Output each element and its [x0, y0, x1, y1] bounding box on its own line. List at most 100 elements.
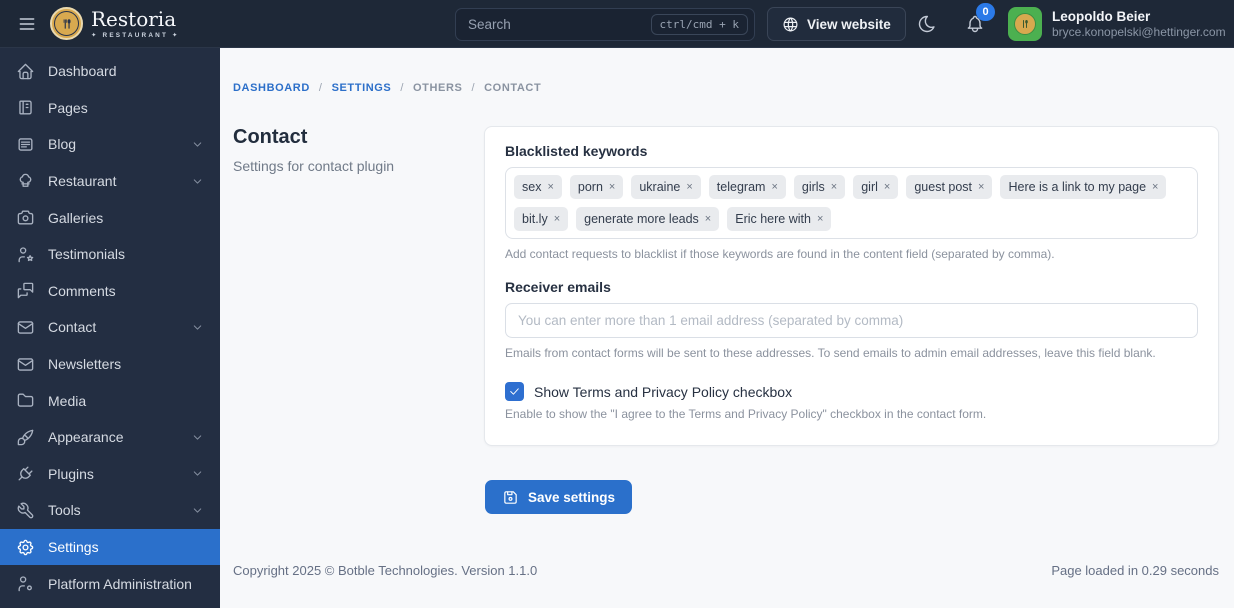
- breadcrumb: DASHBOARD / SETTINGS / OTHERS / CONTACT: [233, 82, 542, 94]
- page-subtitle: Settings for contact plugin: [233, 158, 395, 174]
- user-name: Leopoldo Beier: [1052, 8, 1151, 24]
- breadcrumb-contact: CONTACT: [484, 82, 542, 94]
- sidebar-item-blog[interactable]: Blog: [0, 126, 220, 163]
- sidebar-item-label: Testimonials: [48, 246, 126, 263]
- brand-logo[interactable]: Restoria ✦ RESTAURANT ✦: [50, 7, 180, 40]
- sidebar-item-label: Contact: [48, 319, 97, 336]
- user-star-icon: [18, 247, 34, 263]
- gear-icon: [17, 539, 34, 555]
- terms-checkbox-label[interactable]: Show Terms and Privacy Policy checkbox: [534, 384, 792, 400]
- keyword-tag: bit.ly ×: [514, 207, 569, 231]
- remove-tag-icon[interactable]: ×: [547, 181, 553, 193]
- keyword-tag: telegram ×: [708, 175, 786, 199]
- brush-icon: [17, 429, 34, 446]
- sidebar-item-label: Newsletters: [48, 356, 122, 373]
- keyword-tag: generate more leads ×: [576, 207, 720, 231]
- contact-settings-card: Blacklisted keywords sex × porn × ukraine ×…: [484, 126, 1219, 446]
- view-website-label: View website: [807, 16, 891, 32]
- sidebar-item-restaurant[interactable]: Restaurant: [0, 163, 220, 200]
- terms-checkbox[interactable]: [505, 382, 524, 401]
- sidebar-item-plugins[interactable]: Plugins: [0, 456, 220, 493]
- remove-tag-icon[interactable]: ×: [609, 181, 615, 193]
- sidebar-item-label: Dashboard: [48, 63, 117, 80]
- sidebar-item-label: Comments: [48, 282, 116, 299]
- remove-tag-icon[interactable]: ×: [771, 181, 777, 193]
- breadcrumb-others: OTHERS: [413, 82, 463, 94]
- sidebar-item-label: Blog: [48, 136, 77, 153]
- dark-mode-toggle-icon[interactable]: [917, 14, 937, 34]
- hamburger-menu-icon[interactable]: [16, 14, 38, 34]
- sidebar-item-contact[interactable]: Contact: [0, 309, 220, 346]
- page-title: Contact: [233, 126, 308, 148]
- folder-icon: [17, 393, 34, 407]
- keyword-tag: ukraine ×: [631, 175, 701, 199]
- sidebar-item-newsletters[interactable]: Newsletters: [0, 346, 220, 383]
- sidebar-item-comments[interactable]: Comments: [0, 273, 220, 310]
- sidebar-item-platform-administration[interactable]: Platform Administration: [0, 565, 220, 602]
- sidebar-item-label: Pages: [48, 99, 88, 116]
- save-settings-label: Save settings: [528, 489, 616, 505]
- keyword-tag: guest post ×: [906, 175, 993, 199]
- breadcrumb-settings[interactable]: SETTINGS: [332, 82, 392, 94]
- remove-tag-icon[interactable]: ×: [884, 181, 890, 193]
- check-icon: [510, 388, 519, 395]
- sidebar-item-label: Restaurant: [48, 173, 117, 190]
- brand-name: Restoria: [91, 6, 177, 31]
- sidebar-item-dashboard[interactable]: Dashboard: [0, 53, 220, 90]
- remove-tag-icon[interactable]: ×: [831, 181, 837, 193]
- sidebar-item-pages[interactable]: Pages: [0, 90, 220, 127]
- sidebar-item-testimonials[interactable]: Testimonials: [0, 236, 220, 273]
- camera-icon: [17, 210, 34, 225]
- notebook-icon: [19, 100, 32, 115]
- main-content: DASHBOARD / SETTINGS / OTHERS / CONTACT …: [220, 48, 1234, 608]
- page-footer: Copyright 2025 © Botble Technologies. Ve…: [233, 563, 1219, 578]
- save-settings-button[interactable]: Save settings: [485, 480, 633, 514]
- floppy-disk-icon: [504, 490, 517, 504]
- sidebar-item-label: Platform Administration: [48, 575, 192, 592]
- keyword-tag: girls ×: [793, 175, 846, 199]
- blacklisted-keywords-field[interactable]: sex × porn × ukraine × telegram × girls × gir…: [505, 167, 1198, 239]
- user-menu[interactable]: Leopoldo Beier bryce.konopelski@hettinge…: [1008, 7, 1226, 41]
- sidebar-item-media[interactable]: Media: [0, 382, 220, 419]
- sidebar-item-settings[interactable]: Settings: [0, 528, 220, 566]
- blacklist-help-text: Add contact requests to blacklist if tho…: [505, 247, 1055, 261]
- remove-tag-icon[interactable]: ×: [554, 213, 560, 225]
- brand-tagline: ✦ RESTAURANT ✦: [91, 31, 180, 39]
- search-shortcut-hint: ctrl/cmd + k: [650, 14, 748, 35]
- receiver-emails-input[interactable]: [505, 303, 1198, 338]
- blacklisted-keywords-label: Blacklisted keywords: [505, 143, 648, 159]
- terms-help-text: Enable to show the "I agree to the Terms…: [505, 407, 987, 421]
- global-search[interactable]: ctrl/cmd + k: [455, 8, 755, 41]
- chevron-down-icon: [193, 142, 202, 147]
- globe-icon: [783, 17, 798, 31]
- sidebar-item-tools[interactable]: Tools: [0, 492, 220, 529]
- view-website-button[interactable]: View website: [767, 7, 906, 41]
- remove-tag-icon[interactable]: ×: [1152, 181, 1158, 193]
- sidebar-item-label: Settings: [48, 539, 99, 556]
- messages-icon: [17, 283, 34, 299]
- chevron-down-icon: [193, 178, 202, 184]
- remove-tag-icon[interactable]: ×: [705, 213, 711, 225]
- remove-tag-icon[interactable]: ×: [817, 213, 823, 225]
- avatar: [1008, 7, 1042, 41]
- breadcrumb-dashboard[interactable]: DASHBOARD: [233, 82, 310, 94]
- keyword-tag: girl ×: [853, 175, 899, 199]
- sidebar-item-appearance[interactable]: Appearance: [0, 419, 220, 456]
- sidebar-item-galleries[interactable]: Galleries: [0, 199, 220, 236]
- mail-icon: [17, 357, 34, 371]
- sidebar: Dashboard Pages Blog Restaurant Gallerie…: [0, 48, 220, 608]
- mail-icon: [17, 321, 34, 334]
- remove-tag-icon[interactable]: ×: [686, 181, 692, 193]
- chevron-down-icon: [193, 508, 202, 513]
- search-input[interactable]: [468, 17, 651, 32]
- remove-tag-icon[interactable]: ×: [978, 181, 984, 193]
- plug-icon: [18, 466, 33, 481]
- sidebar-item-label: Galleries: [48, 209, 104, 226]
- home-icon: [17, 63, 34, 80]
- chef-hat-icon: [19, 173, 32, 187]
- topbar: Restoria ✦ RESTAURANT ✦ ctrl/cmd + k Vie…: [0, 0, 1234, 48]
- keyword-tag: sex ×: [514, 175, 562, 199]
- notification-count-badge[interactable]: 0: [976, 3, 995, 21]
- chevron-down-icon: [193, 325, 202, 330]
- article-icon: [18, 138, 33, 151]
